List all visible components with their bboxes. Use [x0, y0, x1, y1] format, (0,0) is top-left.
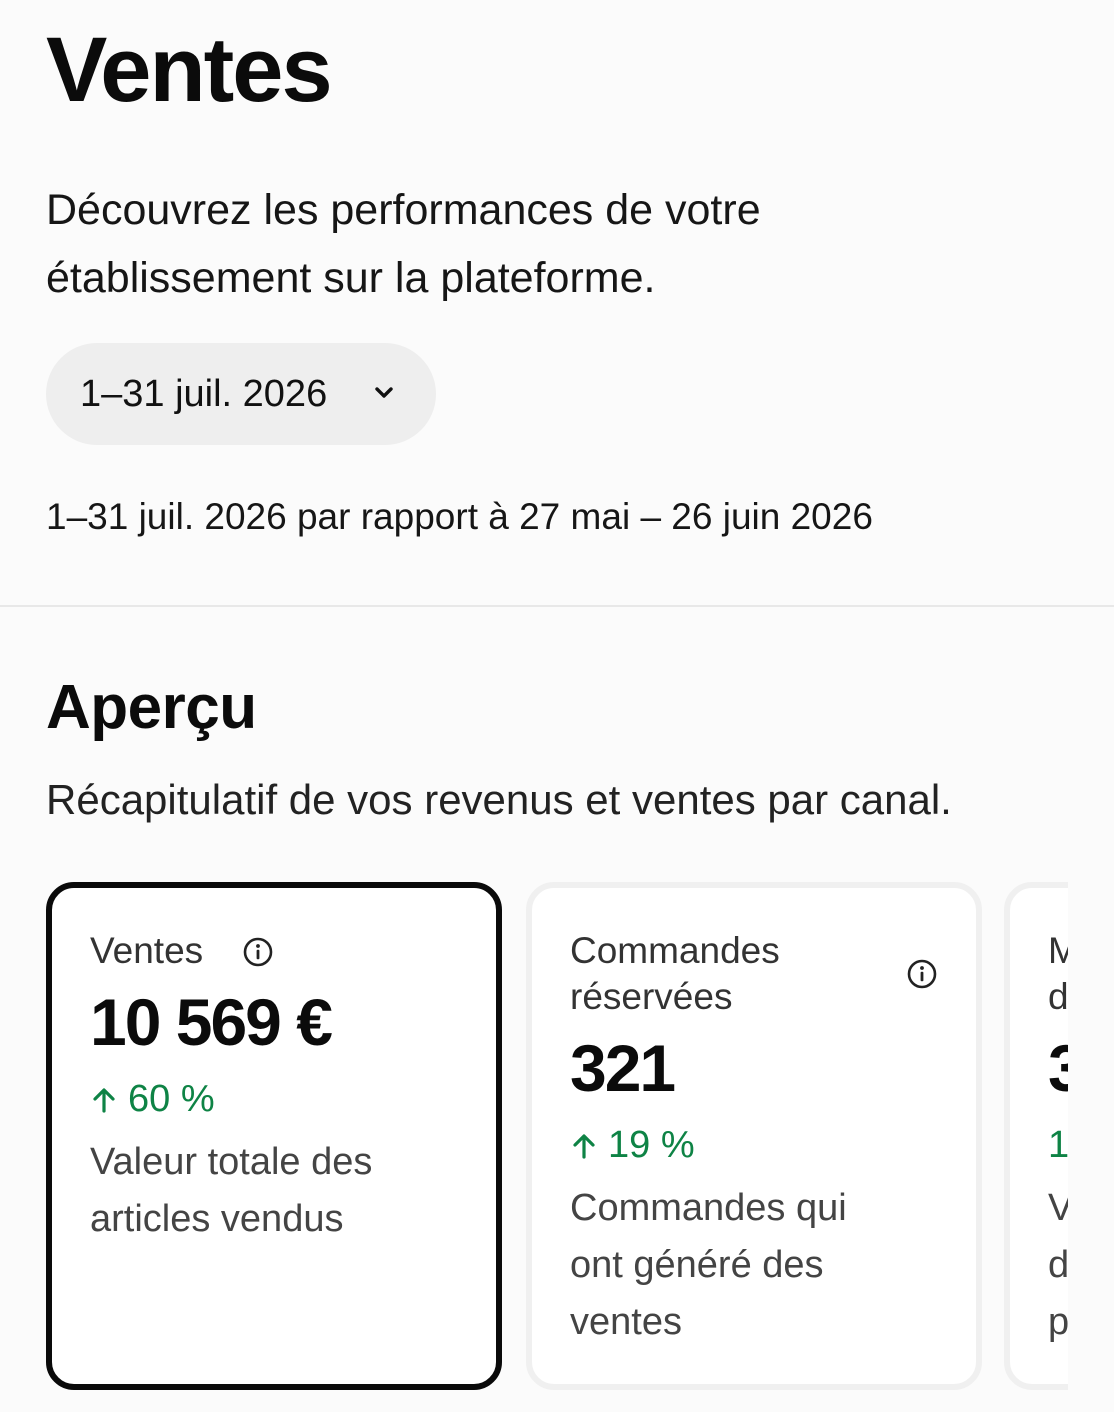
info-icon[interactable]: [906, 958, 938, 990]
metric-description-line-3: p: [1048, 1301, 1068, 1343]
metric-label-line-2: réservées: [570, 976, 733, 1017]
metric-cards-carousel[interactable]: Ventes 10 569 € 60 % Valeur totale des a…: [46, 880, 1068, 1395]
date-range-selector[interactable]: 1–31 juil. 2026: [46, 343, 436, 445]
metric-change-value: 1: [1048, 1124, 1068, 1166]
metric-value: 3: [1048, 1031, 1068, 1105]
metric-description-line-2: d: [1048, 1244, 1068, 1286]
metric-value: 321: [570, 1031, 676, 1105]
chevron-down-icon: [375, 387, 393, 398]
overview-description: Récapitulatif de vos revenus et ventes p…: [46, 776, 952, 823]
metric-card-orders[interactable]: Commandes réservées 321 19 % Commandes q…: [526, 882, 982, 1390]
arrow-up-icon: [93, 1087, 115, 1113]
date-range-label: 1–31 juil. 2026: [80, 372, 328, 415]
metric-change: 1: [1048, 1124, 1068, 1167]
metric-label: Ventes: [90, 930, 204, 971]
metric-description: Valeur totale des articles vendus: [90, 1141, 373, 1240]
metric-description-line-1: V: [1048, 1187, 1068, 1229]
metric-change-value: 19 %: [608, 1124, 695, 1166]
metric-change-value: 60 %: [128, 1078, 215, 1120]
metric-description: Commandes qui ont généré des ventes: [570, 1187, 847, 1343]
page-title: Ventes: [46, 19, 333, 121]
info-icon[interactable]: [242, 936, 274, 968]
arrow-up-icon: [573, 1133, 595, 1159]
metric-change: 60 %: [90, 1078, 215, 1121]
metric-label-line-1: Commandes: [570, 930, 780, 971]
metric-change: 19 %: [570, 1124, 695, 1167]
comparison-period: 1–31 juil. 2026 par rapport à 27 mai – 2…: [46, 496, 873, 537]
metric-label-line-2: d: [1048, 976, 1068, 1017]
metric-value: 10 569 €: [90, 985, 333, 1059]
metric-card-partial[interactable]: M d 3 1 V d p: [1004, 882, 1068, 1390]
metric-label-line-1: M: [1048, 930, 1068, 971]
metric-card-sales[interactable]: Ventes 10 569 € 60 % Valeur totale des a…: [46, 882, 502, 1390]
section-divider: [0, 605, 1114, 607]
page-description: Découvrez les performances de votre étab…: [46, 186, 761, 302]
sales-page: Ventes Découvrez les performances de vot…: [0, 0, 1114, 1412]
overview-title: Aperçu: [46, 673, 257, 742]
